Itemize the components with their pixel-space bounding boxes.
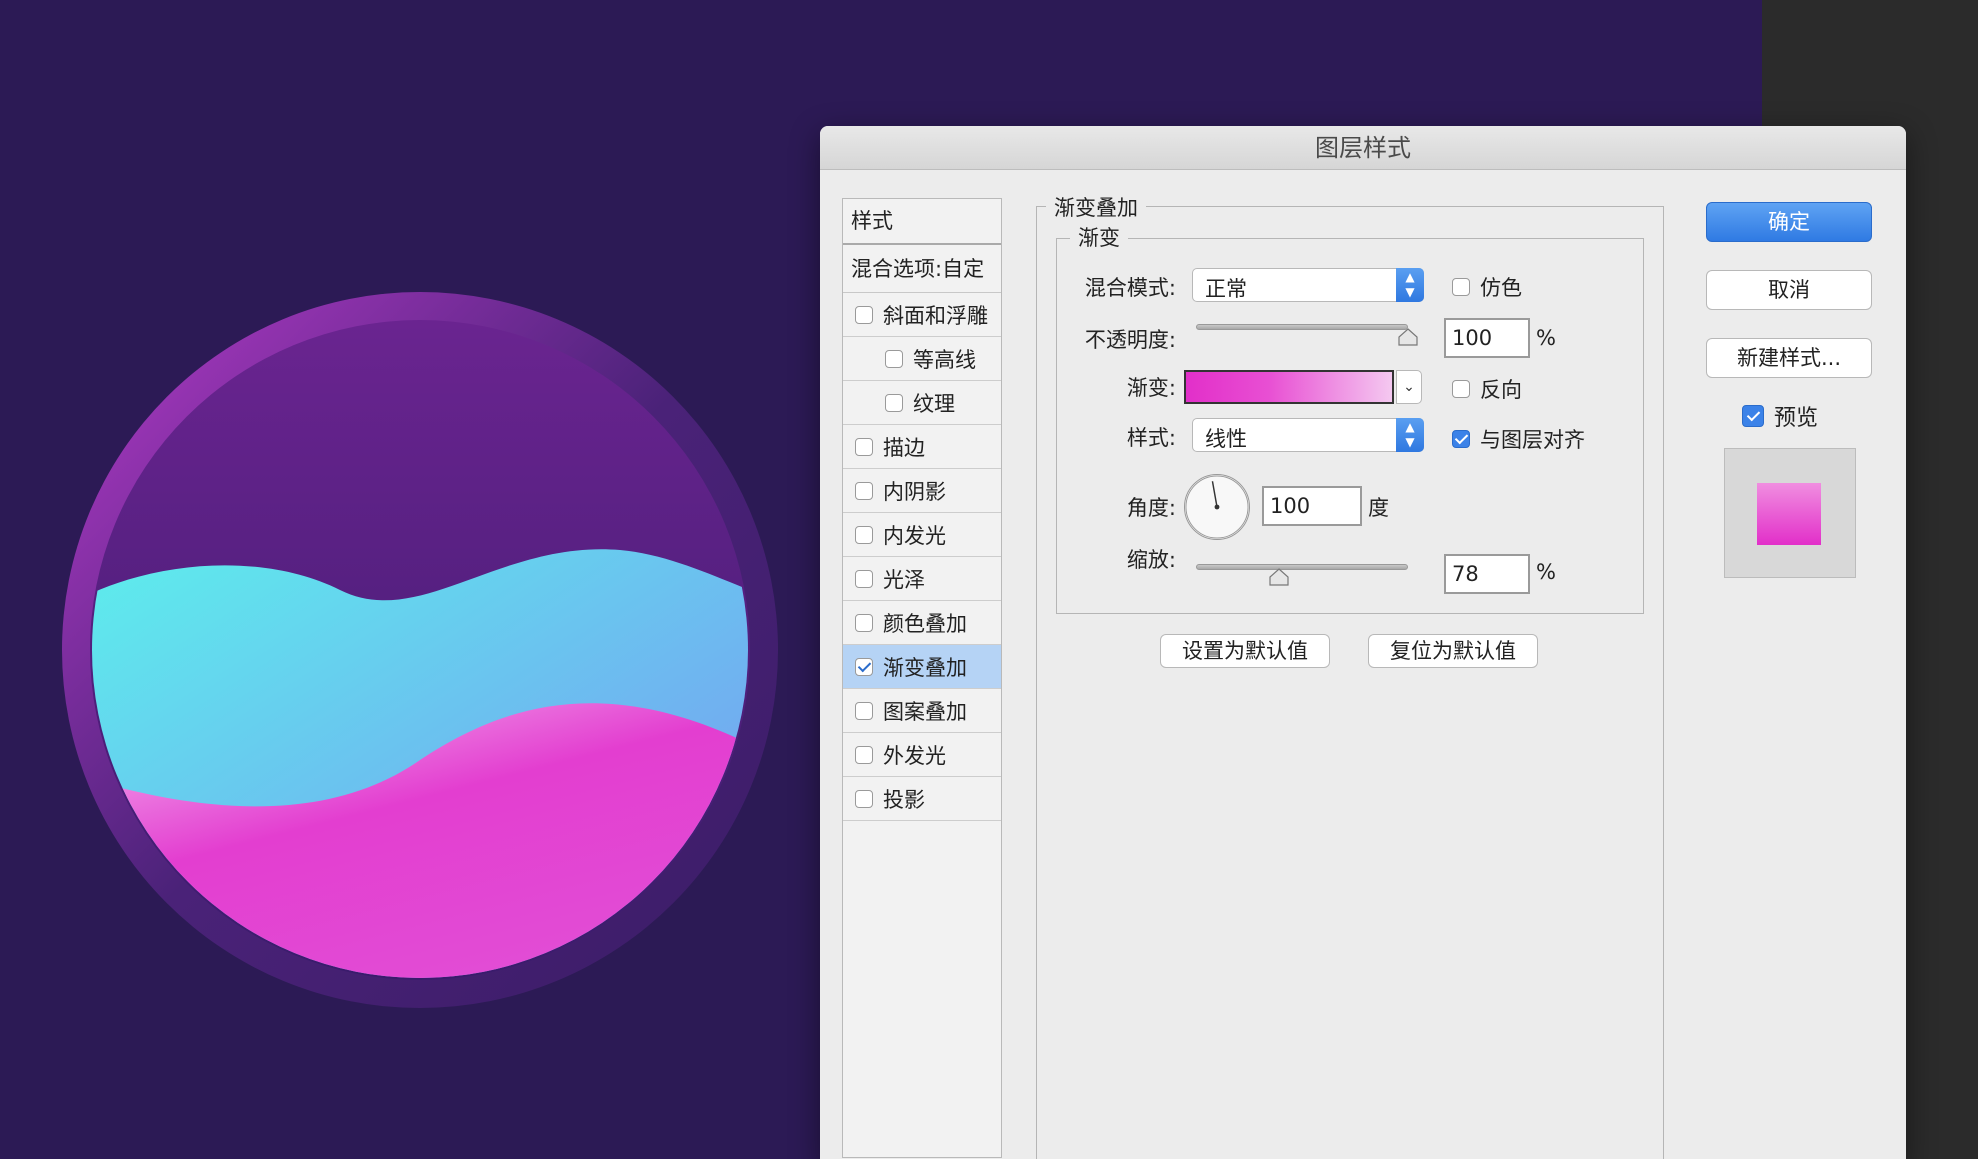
style-item-label: 纹理 [913, 391, 955, 416]
align-checkbox-box [1452, 430, 1470, 448]
style-value: 线性 [1205, 427, 1247, 451]
style-item-checkbox[interactable] [855, 613, 873, 632]
style-item-checkbox[interactable] [855, 745, 873, 764]
style-list-item[interactable]: 颜色叠加 [843, 601, 1001, 645]
align-with-layer-checkbox[interactable]: 与图层对齐 [1452, 424, 1585, 454]
blend-mode-label: 混合模式: [1084, 276, 1176, 300]
make-default-button[interactable]: 设置为默认值 [1160, 634, 1330, 668]
style-item-label: 内阴影 [883, 479, 946, 504]
dither-label: 仿色 [1480, 276, 1522, 300]
styles-list-header[interactable]: 样式 [843, 199, 1001, 245]
style-item-label: 等高线 [913, 347, 976, 372]
opacity-slider-thumb[interactable] [1398, 328, 1418, 346]
style-item-checkbox[interactable] [855, 437, 873, 456]
stepper-arrows-icon: ▲ ▼ [1396, 418, 1424, 452]
angle-dial[interactable] [1184, 474, 1250, 540]
angle-unit: 度 [1368, 496, 1389, 520]
style-preview [1724, 448, 1856, 578]
style-list-item[interactable]: 外发光 [843, 733, 1001, 777]
style-item-checkbox[interactable] [855, 789, 873, 808]
style-list-item[interactable]: 内阴影 [843, 469, 1001, 513]
scale-slider-thumb[interactable] [1269, 568, 1289, 586]
dither-checkbox-box [1452, 278, 1470, 296]
scale-input[interactable]: 78 [1444, 554, 1530, 594]
reset-default-button[interactable]: 复位为默认值 [1368, 634, 1538, 668]
opacity-label: 不透明度: [1084, 328, 1176, 352]
style-item-checkbox[interactable] [855, 305, 873, 324]
style-item-checkbox[interactable] [855, 569, 873, 588]
styles-list: 样式 混合选项:自定 斜面和浮雕等高线纹理描边内阴影内发光光泽颜色叠加渐变叠加图… [842, 198, 1002, 1158]
preview-swatch [1757, 483, 1821, 545]
style-list-item[interactable]: 内发光 [843, 513, 1001, 557]
style-item-label: 颜色叠加 [883, 611, 967, 636]
style-list-item[interactable]: 渐变叠加 [843, 645, 1001, 689]
style-item-label: 斜面和浮雕 [883, 303, 988, 328]
layer-style-dialog: 图层样式 样式 混合选项:自定 斜面和浮雕等高线纹理描边内阴影内发光光泽颜色叠加… [820, 126, 1906, 1159]
new-style-button[interactable]: 新建样式... [1706, 338, 1872, 378]
preview-checkbox-box [1742, 405, 1764, 427]
preview-checkbox[interactable]: 预览 [1742, 400, 1818, 432]
scale-slider-track[interactable] [1196, 564, 1408, 570]
style-list-item[interactable]: 等高线 [843, 337, 1001, 381]
gradient-group-title: 渐变 [1070, 222, 1128, 252]
opacity-slider-track[interactable] [1196, 324, 1408, 330]
style-item-checkbox[interactable] [885, 393, 903, 412]
style-select[interactable]: 线性 ▲ ▼ [1192, 418, 1424, 452]
gradient-swatch[interactable] [1184, 370, 1394, 404]
angle-input[interactable]: 100 [1262, 486, 1362, 526]
cancel-button[interactable]: 取消 [1706, 270, 1872, 310]
reverse-checkbox[interactable]: 反向 [1452, 374, 1522, 404]
reverse-label: 反向 [1480, 378, 1522, 402]
reverse-checkbox-box [1452, 380, 1470, 398]
blend-mode-value: 正常 [1205, 277, 1247, 301]
style-item-checkbox[interactable] [855, 701, 873, 720]
style-item-label: 渐变叠加 [883, 655, 967, 680]
style-list-item[interactable]: 描边 [843, 425, 1001, 469]
style-label: 样式: [1126, 426, 1176, 450]
blend-mode-select[interactable]: 正常 ▲ ▼ [1192, 268, 1424, 302]
opacity-input[interactable]: 100 [1444, 318, 1530, 358]
style-item-label: 内发光 [883, 523, 946, 548]
artwork-circle-waves [62, 292, 778, 1008]
style-item-label: 投影 [883, 787, 925, 812]
style-item-checkbox[interactable] [855, 657, 873, 676]
scale-label: 缩放: [1126, 548, 1176, 572]
style-item-label: 描边 [883, 435, 925, 460]
stepper-arrows-icon: ▲ ▼ [1396, 268, 1424, 302]
gradient-overlay-title: 渐变叠加 [1046, 192, 1146, 222]
angle-label: 角度: [1126, 496, 1176, 520]
chevron-down-icon[interactable]: ⌄ [1396, 370, 1422, 404]
style-list-item[interactable]: 投影 [843, 777, 1001, 821]
scale-unit: % [1536, 560, 1556, 584]
style-list-item[interactable]: 图案叠加 [843, 689, 1001, 733]
style-list-item[interactable]: 光泽 [843, 557, 1001, 601]
opacity-unit: % [1536, 326, 1556, 350]
preview-label: 预览 [1774, 406, 1819, 431]
gradient-label: 渐变: [1126, 376, 1176, 400]
style-list-item[interactable]: 斜面和浮雕 [843, 293, 1001, 337]
style-item-label: 外发光 [883, 743, 946, 768]
style-item-label: 光泽 [883, 567, 925, 592]
dialog-title: 图层样式 [820, 126, 1906, 170]
style-item-label: 图案叠加 [883, 699, 967, 724]
style-item-checkbox[interactable] [885, 349, 903, 368]
blend-options-item[interactable]: 混合选项:自定 [843, 245, 1001, 293]
style-item-checkbox[interactable] [855, 525, 873, 544]
ok-button[interactable]: 确定 [1706, 202, 1872, 242]
align-label: 与图层对齐 [1480, 428, 1585, 452]
style-item-checkbox[interactable] [855, 481, 873, 500]
style-list-item[interactable]: 纹理 [843, 381, 1001, 425]
dither-checkbox[interactable]: 仿色 [1452, 272, 1522, 302]
